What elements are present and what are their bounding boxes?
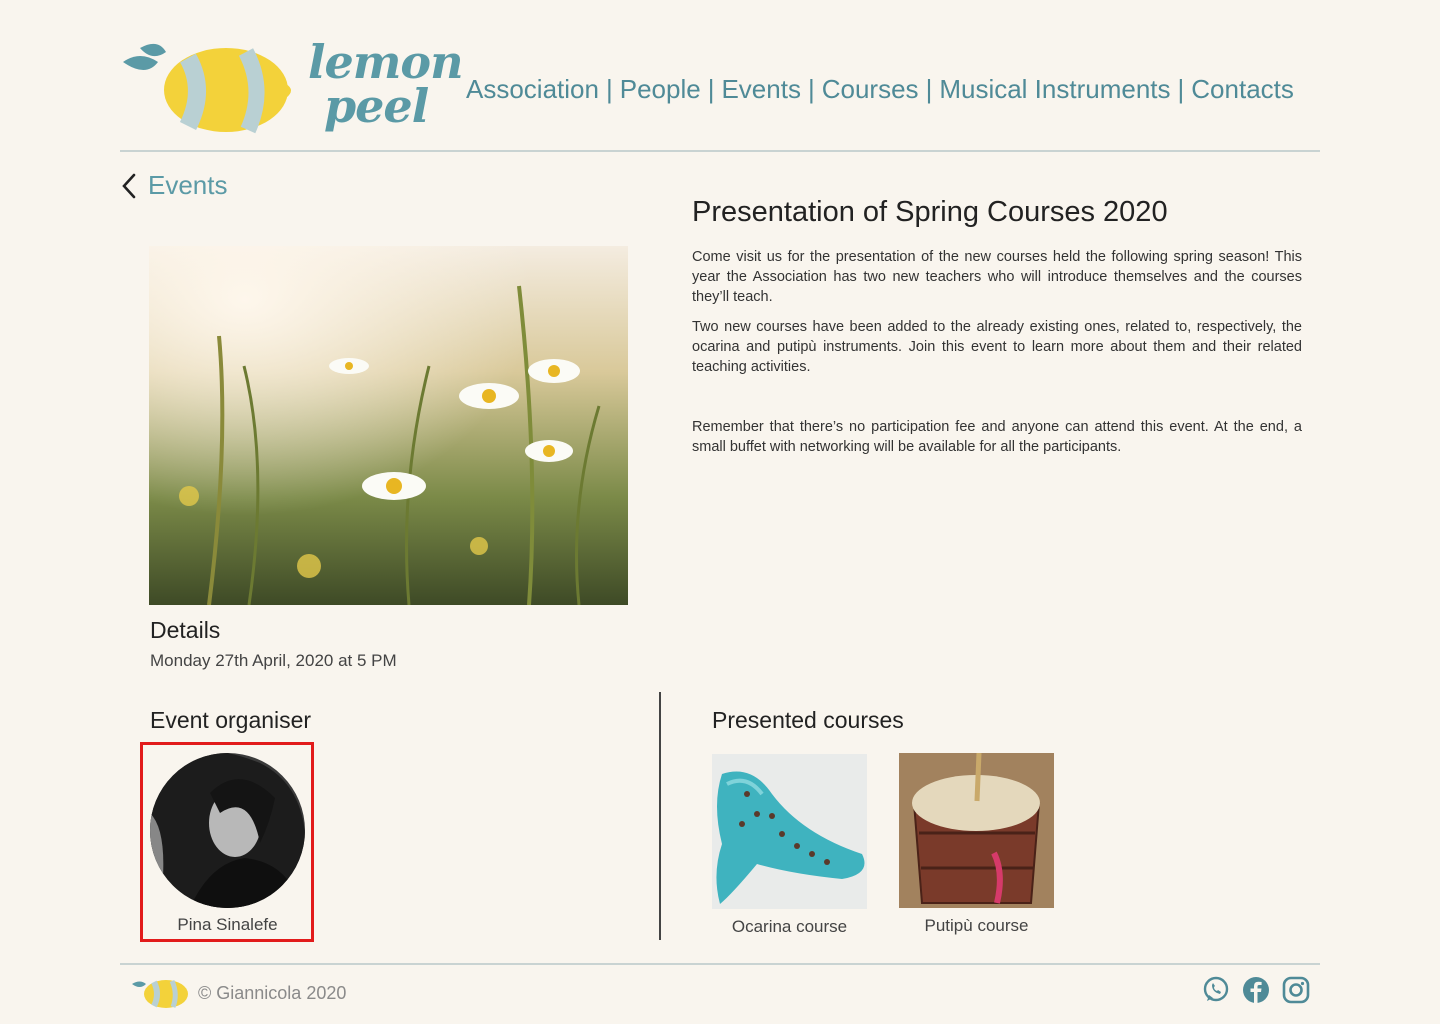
chevron-left-icon (122, 173, 136, 198)
organiser-name[interactable]: Pina Sinalefe (150, 915, 305, 935)
back-link-label: Events (148, 170, 228, 200)
event-photo (149, 246, 628, 605)
logo-line-1: lemon (308, 35, 464, 89)
nav-separator: | (1177, 74, 1185, 104)
nav-contacts[interactable]: Contacts (1191, 74, 1294, 104)
logo-wordmark: lemon peel (308, 35, 464, 133)
ocarina-course-image[interactable] (712, 754, 867, 909)
nav-separator: | (707, 74, 715, 104)
footer-logo[interactable] (130, 976, 190, 1010)
main-nav: Association | People | Events | Courses | Musica… (466, 74, 1294, 105)
nav-separator: | (605, 74, 613, 104)
details-heading: Details (150, 617, 221, 643)
organiser-avatar[interactable] (150, 753, 305, 908)
event-description: Come visit us for the presentation of th… (692, 247, 1302, 467)
courses-heading: Presented courses (712, 707, 904, 733)
lemon-logo-icon (123, 43, 291, 134)
putipu-course-label[interactable]: Putipù course (899, 916, 1054, 936)
description-paragraph: Two new courses have been added to the a… (692, 319, 1302, 375)
footer-divider (120, 963, 1320, 965)
facebook-icon[interactable] (1242, 976, 1270, 1004)
nav-separator: | (925, 74, 933, 104)
nav-courses[interactable]: Courses (822, 74, 919, 104)
nav-association[interactable]: Association (466, 74, 599, 104)
logo-line-2: peel (324, 79, 429, 133)
nav-separator: | (807, 74, 815, 104)
putipu-course-image[interactable] (899, 753, 1054, 908)
back-to-events-link[interactable]: Events (120, 170, 228, 201)
lemon-logo-small-icon (132, 979, 188, 1008)
event-title: Presentation of Spring Courses 2020 (692, 196, 1168, 228)
organiser-heading: Event organiser (150, 707, 312, 733)
instagram-icon[interactable] (1282, 976, 1310, 1004)
site-logo[interactable]: lemon peel (118, 39, 464, 140)
whatsapp-icon[interactable] (1202, 976, 1230, 1004)
description-paragraph: Come visit us for the presentation of th… (692, 249, 1302, 305)
event-date: Monday 27th April, 2020 at 5 PM (150, 651, 397, 670)
nav-people[interactable]: People (620, 74, 701, 104)
nav-musical-instruments[interactable]: Musical Instruments (939, 74, 1170, 104)
nav-events[interactable]: Events (721, 74, 801, 104)
footer-copyright: © Giannicola 2020 (198, 983, 347, 1003)
ocarina-course-label[interactable]: Ocarina course (712, 917, 867, 937)
header-divider (120, 150, 1320, 152)
description-paragraph: Remember that there’s no participation f… (692, 419, 1302, 455)
column-divider (659, 692, 661, 940)
